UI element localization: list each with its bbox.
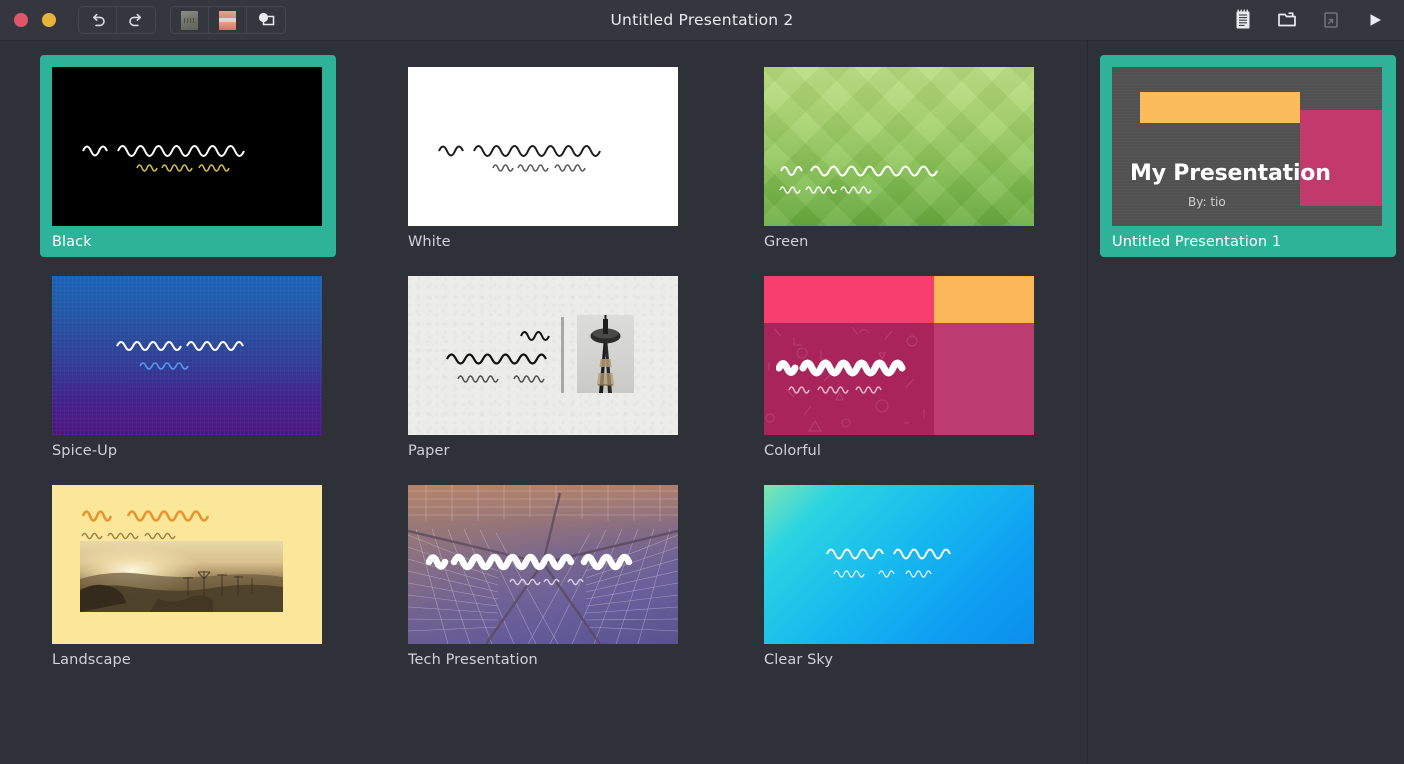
placeholder-text-scribble xyxy=(80,503,230,545)
theme-label: White xyxy=(408,234,680,250)
recent-presentation-thumbnail: My Presentation By: tio xyxy=(1112,67,1382,226)
recent-presentations-pane: My Presentation By: tio Untitled Present… xyxy=(1088,41,1404,763)
theme-card-colorful[interactable]: Colorful xyxy=(752,264,1048,466)
space-needle-photo xyxy=(577,315,634,393)
placeholder-text-scribble xyxy=(426,549,666,593)
notes-button[interactable] xyxy=(1224,5,1262,35)
image-thumbnail-icon xyxy=(181,11,198,30)
color-block-orange xyxy=(934,276,1034,323)
recent-presentation-card[interactable]: My Presentation By: tio Untitled Present… xyxy=(1100,55,1396,257)
theme-label: Paper xyxy=(408,443,680,459)
title-bar: Untitled Presentation 2 xyxy=(0,0,1404,41)
theme-card-paper[interactable]: Paper xyxy=(396,264,692,466)
theme-label: Green xyxy=(764,234,1036,250)
theme-thumbnail-clear-sky xyxy=(764,485,1034,644)
theme-thumbnail-green xyxy=(764,67,1034,226)
present-button[interactable] xyxy=(1356,5,1394,35)
theme-thumbnail-spice-up xyxy=(52,276,322,435)
color-block-magenta xyxy=(934,323,1034,435)
theme-card-black[interactable]: Black xyxy=(40,55,336,257)
space-needle-illustration xyxy=(577,315,634,393)
theme-label: Spice-Up xyxy=(52,443,324,459)
placeholder-text-scribble xyxy=(778,159,988,201)
theme-thumbnail-colorful xyxy=(764,276,1034,435)
folder-icon xyxy=(1276,10,1298,30)
placeholder-text-scribble xyxy=(436,135,651,175)
theme-thumbnail-paper xyxy=(408,276,678,435)
recent-presentations-grid: My Presentation By: tio Untitled Present… xyxy=(1100,55,1404,257)
landscape-illustration xyxy=(80,541,283,612)
theme-card-tech-presentation[interactable]: Tech Presentation xyxy=(396,473,692,675)
recent-presentation-label: Untitled Presentation 1 xyxy=(1112,234,1384,250)
redo-button[interactable] xyxy=(117,7,155,33)
add-slide-icon xyxy=(256,11,276,29)
theme-thumbnail-white xyxy=(408,67,678,226)
divider xyxy=(561,317,564,393)
themes-pane: Black White xyxy=(0,41,1088,763)
close-window-button[interactable] xyxy=(14,13,28,27)
placeholder-text-scribble xyxy=(776,356,936,401)
insert-image-button-2[interactable] xyxy=(209,7,247,33)
play-icon xyxy=(1365,10,1385,30)
placeholder-text-scribble xyxy=(114,334,264,374)
insert-button-group xyxy=(170,6,286,34)
open-folder-button[interactable] xyxy=(1268,5,1306,35)
notes-icon xyxy=(1233,9,1253,31)
undo-icon xyxy=(89,11,107,29)
theme-thumbnail-black xyxy=(52,67,322,226)
history-button-group xyxy=(78,6,156,34)
theme-label: Black xyxy=(52,234,324,250)
add-slide-button[interactable] xyxy=(247,7,285,33)
image-thumbnail-icon xyxy=(219,11,236,30)
theme-label: Tech Presentation xyxy=(408,652,680,668)
placeholder-text-scribble xyxy=(80,135,295,175)
theme-label: Landscape xyxy=(52,652,324,668)
accent-bar xyxy=(1140,92,1300,123)
theme-card-clear-sky[interactable]: Clear Sky xyxy=(752,473,1048,675)
theme-card-white[interactable]: White xyxy=(396,55,692,257)
slide-title: My Presentation xyxy=(1130,161,1331,186)
minimize-window-button[interactable] xyxy=(42,13,56,27)
insert-image-button-1[interactable] xyxy=(171,7,209,33)
placeholder-text-scribble xyxy=(824,541,979,585)
window-controls xyxy=(8,13,64,27)
sunset-landscape-photo xyxy=(80,541,283,612)
theme-label: Clear Sky xyxy=(764,652,1036,668)
themes-grid: Black White xyxy=(0,55,1087,675)
accent-block xyxy=(1300,110,1382,206)
undo-button[interactable] xyxy=(79,7,117,33)
theme-thumbnail-tech-presentation xyxy=(408,485,678,644)
right-toolbar xyxy=(1224,5,1394,35)
placeholder-text-scribble xyxy=(444,324,554,392)
slide-byline: By: tio xyxy=(1188,195,1226,209)
workspace: Black White xyxy=(0,41,1404,763)
export-slide-icon xyxy=(1321,10,1341,30)
redo-icon xyxy=(127,11,145,29)
theme-card-spice-up[interactable]: Spice-Up xyxy=(40,264,336,466)
theme-thumbnail-landscape xyxy=(52,485,322,644)
theme-card-green[interactable]: Green xyxy=(752,55,1048,257)
theme-card-landscape[interactable]: Landscape xyxy=(40,473,336,675)
theme-label: Colorful xyxy=(764,443,1036,459)
export-slide-button[interactable] xyxy=(1312,5,1350,35)
color-block-pink xyxy=(764,276,934,323)
